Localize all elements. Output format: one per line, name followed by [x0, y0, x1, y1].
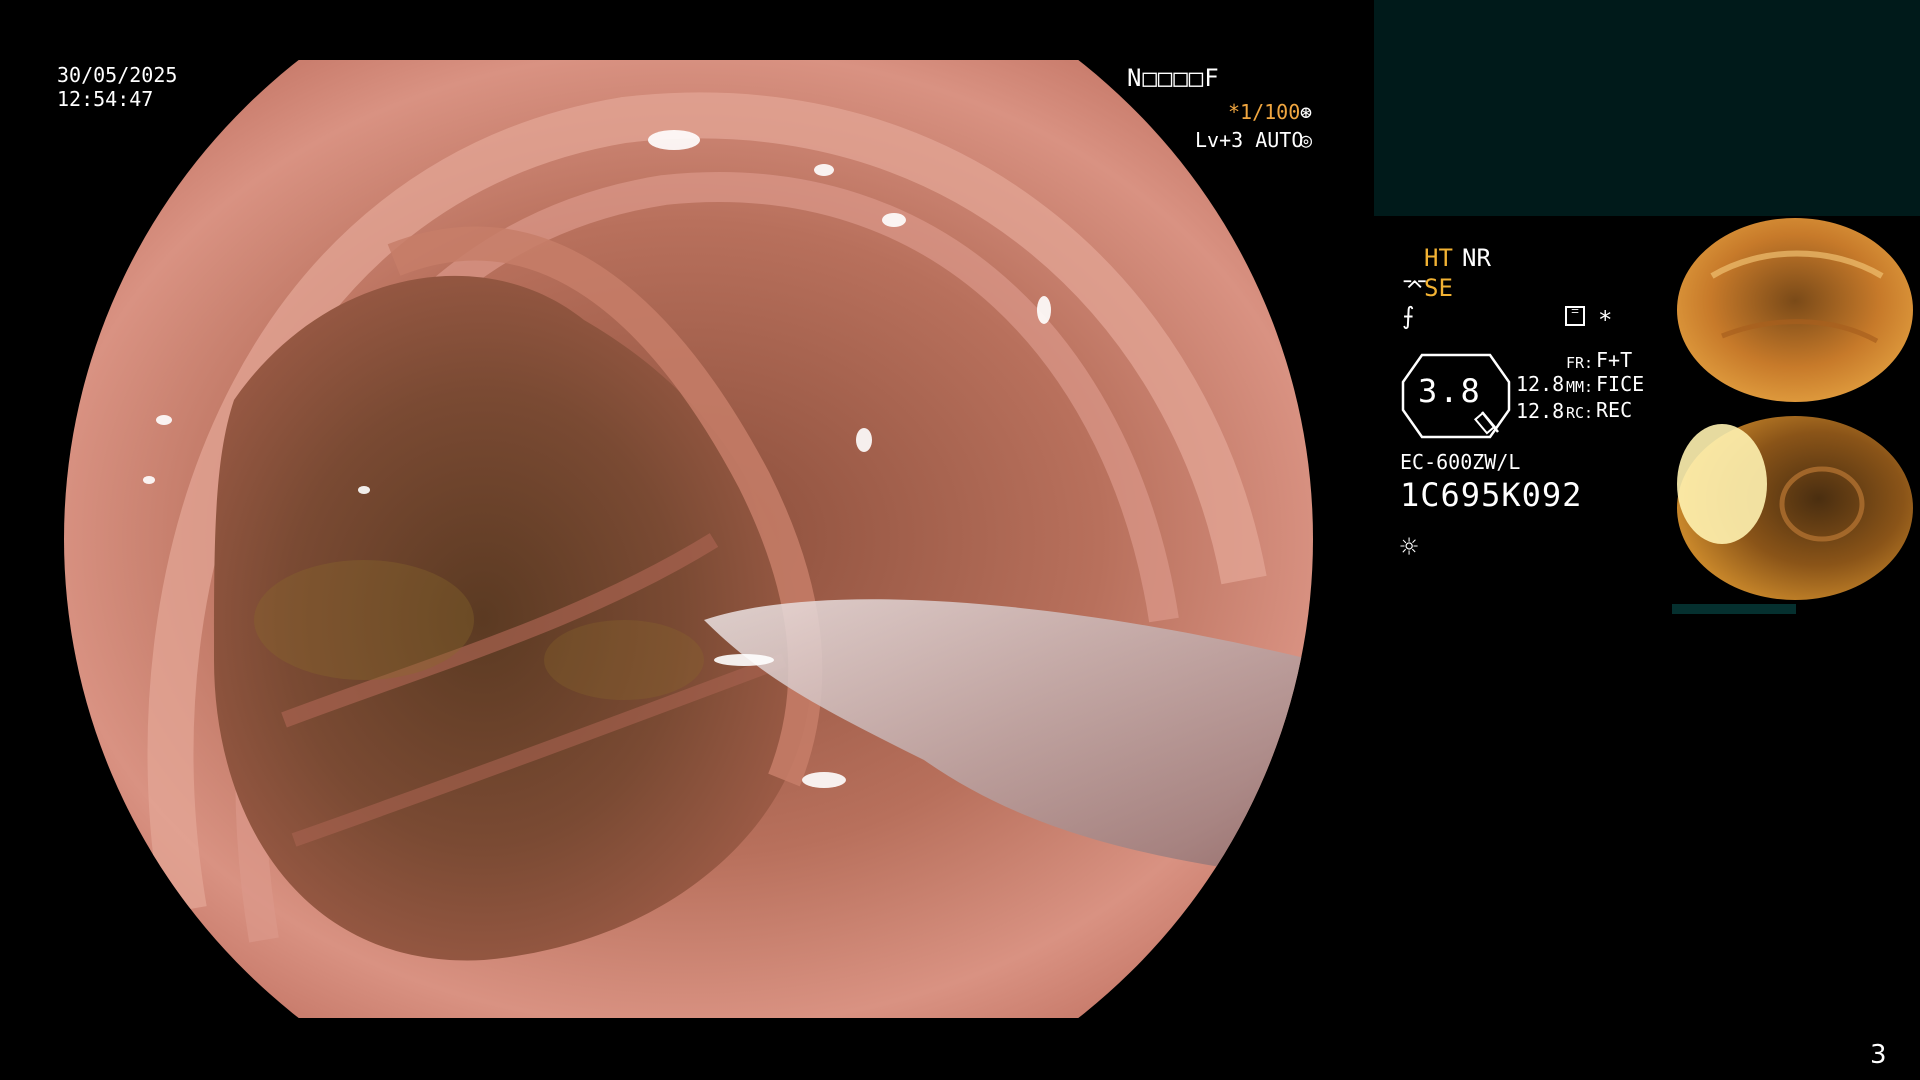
mm-label: MM:: [1566, 378, 1594, 396]
shutter-icon: ⊛: [1300, 100, 1313, 124]
page-number: 3: [1870, 1040, 1887, 1070]
light-level: Lv+3 AUTO: [1195, 128, 1304, 152]
captured-thumbnail-1[interactable]: [1672, 216, 1918, 404]
endoscope-view: [64, 60, 1313, 1018]
zoom-value: 3.8: [1418, 372, 1482, 410]
setting-value-1: 12.8: [1516, 372, 1565, 396]
shutter-speed: *1/100: [1228, 100, 1301, 124]
grid-icon: ☰: [1565, 306, 1585, 326]
nr-indicator: NR: [1462, 244, 1491, 272]
patient-id: N□□□□F: [1127, 64, 1220, 92]
scope-serial: 1C695K092: [1400, 476, 1583, 514]
auto-light-icon: ◎: [1300, 128, 1313, 152]
ht-indicator: HT: [1424, 244, 1453, 272]
captured-thumbnail-2[interactable]: [1672, 414, 1918, 602]
mm-value: FICE: [1596, 372, 1645, 396]
rc-value: REC: [1596, 398, 1633, 422]
se-indicator: SE: [1424, 274, 1453, 302]
enhancement-icon: ⨍: [1402, 302, 1415, 330]
fr-value: F+T: [1596, 348, 1633, 372]
date-label: 30/05/2025: [57, 63, 178, 87]
setting-value-2: 12.8: [1516, 399, 1565, 423]
rc-label: RC:: [1566, 404, 1594, 422]
brightness-icon: ☼: [1400, 530, 1419, 565]
time-label: 12:54:47: [57, 87, 154, 111]
star-icon: *: [1598, 306, 1613, 334]
fr-label: FR:: [1566, 354, 1594, 372]
info-banner: [1374, 0, 1920, 216]
scope-model: EC-600ZW/L: [1400, 450, 1521, 474]
thumbnail-bar: [1672, 604, 1796, 614]
